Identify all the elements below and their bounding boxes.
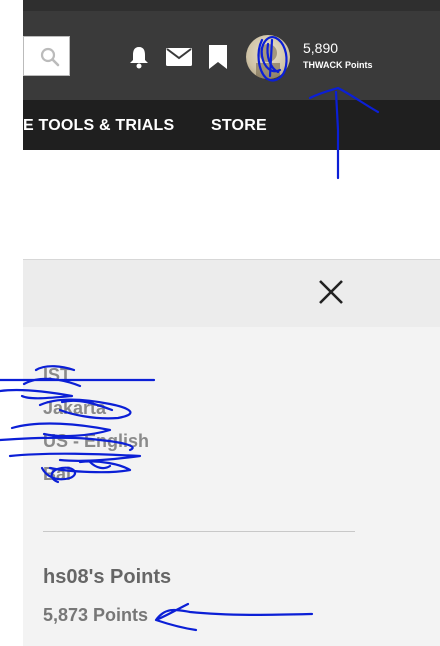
main-nav: E TOOLS & TRIALS STORE — [23, 100, 440, 150]
points-section-title: hs08's Points — [43, 566, 172, 588]
profile-panel-body: IST Jakarta US - English Bal hs08's Poin… — [23, 327, 440, 646]
nav-item-store[interactable]: STORE — [211, 117, 267, 135]
search-button[interactable] — [23, 36, 70, 76]
other-info-text: Bal — [43, 464, 72, 484]
header-points-label[interactable]: THWACK Points — [303, 60, 373, 70]
points-section-value: 5,873 Points — [43, 605, 149, 625]
language-text: US - English — [43, 431, 150, 451]
timezone-text: IST — [43, 365, 72, 385]
mail-icon[interactable] — [166, 48, 192, 66]
search-icon — [40, 47, 60, 67]
nav-item-tools-trials[interactable]: E TOOLS & TRIALS — [23, 117, 174, 135]
bell-icon[interactable] — [128, 45, 150, 69]
divider — [43, 531, 355, 532]
header-points-value[interactable]: 5,890 — [303, 40, 338, 56]
profile-panel-header — [23, 259, 440, 328]
left-blank-strip — [0, 0, 23, 646]
avatar[interactable] — [246, 35, 290, 79]
bookmark-icon[interactable] — [209, 45, 227, 69]
site-header: 5,890 THWACK Points — [23, 11, 440, 100]
location-text: Jakarta — [43, 398, 107, 418]
close-icon[interactable] — [317, 278, 345, 306]
